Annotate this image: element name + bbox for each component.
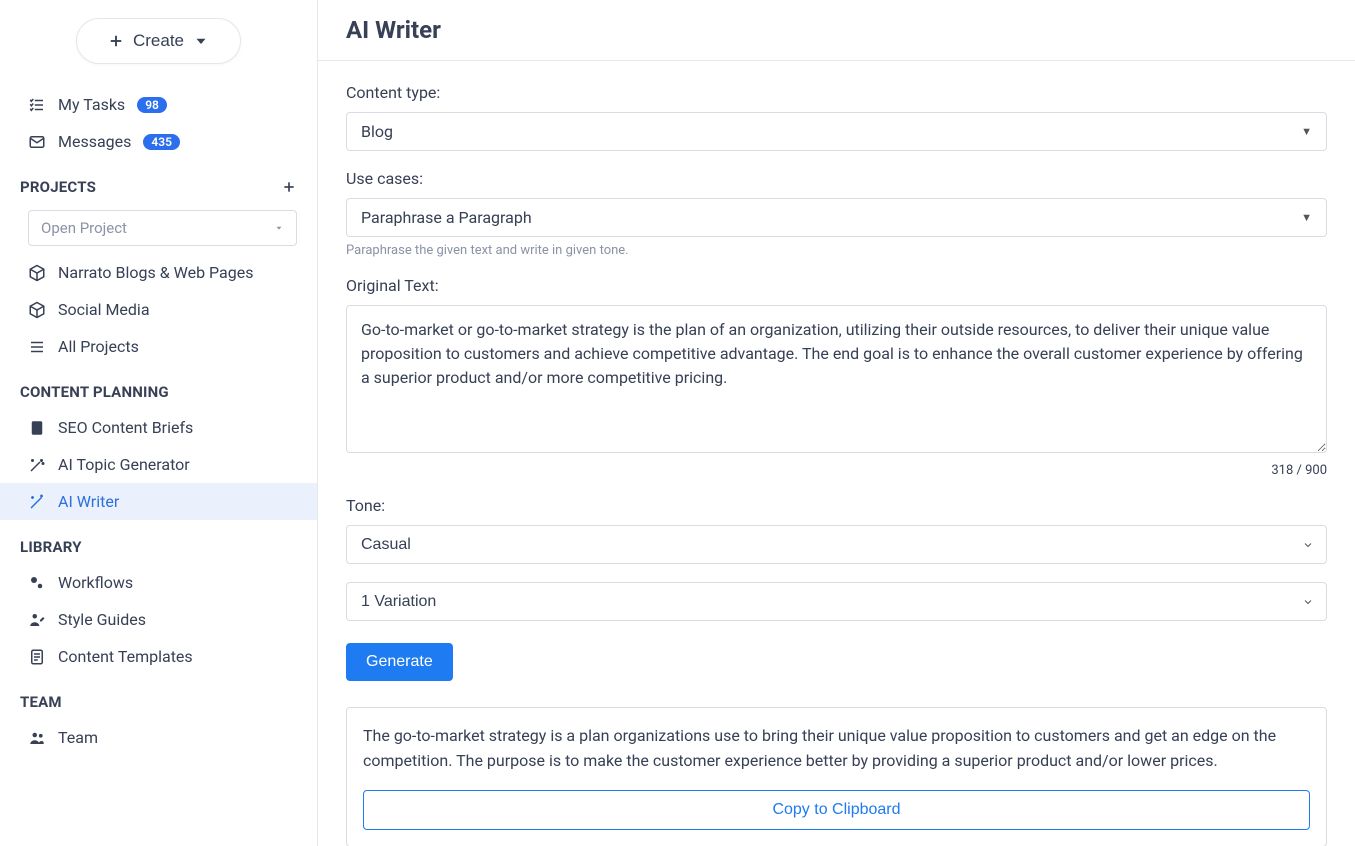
section-library: LIBRARY [0, 520, 317, 564]
nav-ai-topic-generator[interactable]: AI Topic Generator [0, 446, 317, 483]
nav-label: Style Guides [58, 610, 146, 629]
nav-label: All Projects [58, 337, 139, 356]
tone-select[interactable]: Casual [346, 525, 1327, 564]
nav-label: Messages [58, 132, 131, 151]
original-text-label: Original Text: [346, 276, 1327, 295]
create-label: Create [133, 31, 184, 51]
chevron-down-icon [192, 32, 210, 50]
content-type-select[interactable]: Blog ▼ [346, 112, 1327, 151]
section-label: PROJECTS [20, 178, 96, 196]
variation-select[interactable]: 1 Variation [346, 582, 1327, 621]
project-item[interactable]: Narrato Blogs & Web Pages [0, 254, 317, 291]
nav-messages[interactable]: Messages 435 [0, 123, 317, 160]
sparkle-icon [28, 456, 46, 474]
add-project-icon[interactable] [281, 179, 297, 195]
nav-label: Team [58, 728, 98, 747]
copy-to-clipboard-button[interactable]: Copy to Clipboard [363, 790, 1310, 830]
file-lines-icon [28, 648, 46, 666]
content-type-label: Content type: [346, 83, 1327, 102]
caret-down-icon: ▼ [1301, 125, 1312, 138]
section-label: LIBRARY [20, 538, 82, 556]
box-icon [28, 301, 46, 319]
content-type-value: Blog [361, 122, 393, 141]
nav-label: Social Media [58, 300, 150, 319]
nav-label: Content Templates [58, 647, 193, 666]
use-cases-value: Paraphrase a Paragraph [361, 208, 532, 227]
original-text-input[interactable] [346, 305, 1327, 453]
open-project-placeholder: Open Project [41, 219, 127, 237]
nav-workflows[interactable]: Workflows [0, 564, 317, 601]
nav-label: AI Writer [58, 492, 119, 511]
caret-down-icon: ▼ [1301, 211, 1312, 224]
char-count: 318 / 900 [346, 463, 1327, 478]
badge-messages: 435 [143, 134, 180, 150]
use-cases-select[interactable]: Paraphrase a Paragraph ▼ [346, 198, 1327, 237]
tone-label: Tone: [346, 496, 1327, 515]
plus-icon [107, 32, 125, 50]
create-button[interactable]: Create [76, 18, 241, 64]
nav-seo-briefs[interactable]: SEO Content Briefs [0, 409, 317, 446]
section-label: TEAM [20, 693, 62, 711]
generate-button[interactable]: Generate [346, 643, 453, 681]
nav-label: Narrato Blogs & Web Pages [58, 263, 253, 282]
section-label: CONTENT PLANNING [20, 383, 169, 401]
nav-label: Workflows [58, 573, 133, 592]
section-projects: PROJECTS [0, 160, 317, 204]
tasks-icon [28, 96, 46, 114]
result-box: The go-to-market strategy is a plan orga… [346, 707, 1327, 846]
person-edit-icon [28, 611, 46, 629]
section-content-planning: CONTENT PLANNING [0, 365, 317, 409]
main-content: AI Writer Content type: Blog ▼ Use cases… [318, 0, 1355, 846]
project-item-all[interactable]: All Projects [0, 328, 317, 365]
chevron-down-icon [274, 223, 284, 233]
badge-my-tasks: 98 [137, 97, 167, 113]
list-icon [28, 338, 46, 356]
document-icon [28, 419, 46, 437]
result-text: The go-to-market strategy is a plan orga… [363, 724, 1310, 774]
nav-ai-writer[interactable]: AI Writer [0, 483, 317, 520]
nav-team[interactable]: Team [0, 719, 317, 756]
section-team: TEAM [0, 675, 317, 719]
people-icon [28, 729, 46, 747]
use-cases-helper: Paraphrase the given text and write in g… [346, 243, 1327, 258]
nav-label: SEO Content Briefs [58, 418, 193, 437]
envelope-icon [28, 133, 46, 151]
nav-style-guides[interactable]: Style Guides [0, 601, 317, 638]
magic-wand-icon [28, 493, 46, 511]
open-project-select[interactable]: Open Project [28, 210, 297, 246]
page-title: AI Writer [318, 0, 1355, 61]
box-icon [28, 264, 46, 282]
nav-label: My Tasks [58, 95, 125, 114]
sidebar: Create My Tasks 98 Messages 435 PROJECTS… [0, 0, 318, 846]
gears-icon [28, 574, 46, 592]
nav-label: AI Topic Generator [58, 455, 190, 474]
use-cases-label: Use cases: [346, 169, 1327, 188]
nav-content-templates[interactable]: Content Templates [0, 638, 317, 675]
project-item[interactable]: Social Media [0, 291, 317, 328]
nav-my-tasks[interactable]: My Tasks 98 [0, 86, 317, 123]
